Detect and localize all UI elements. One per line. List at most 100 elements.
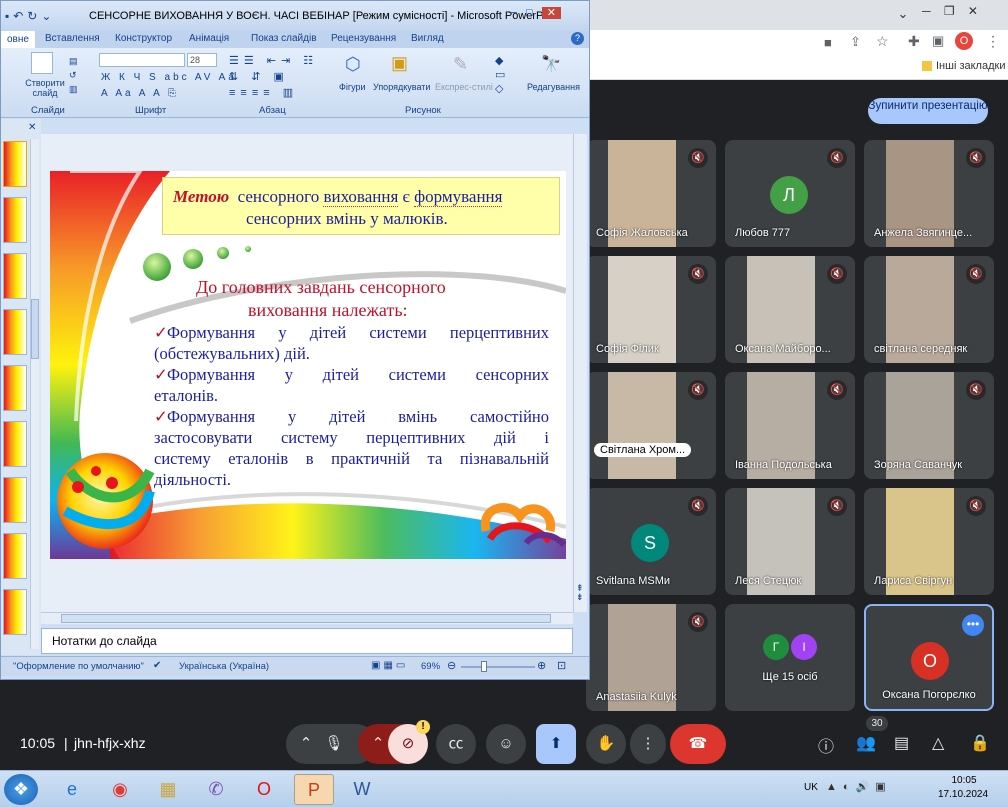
zoom-slider[interactable]	[461, 666, 535, 668]
profile-avatar[interactable]: О	[955, 32, 973, 50]
close-panel-icon[interactable]: ✕	[28, 122, 36, 133]
tile-options-icon[interactable]: •••	[962, 614, 984, 636]
window-controls[interactable]: ─ ❐ ✕	[922, 4, 1002, 24]
participant-tile[interactable]: S Svitlana MSMи 🔇	[586, 488, 716, 595]
shapes-icon[interactable]: ⬡	[345, 54, 367, 76]
clock-time[interactable]: 10:05	[944, 775, 984, 786]
shape-fill-icons[interactable]: ◆ ▭ ◇	[495, 54, 505, 96]
mic-button[interactable]: 🎙	[314, 724, 354, 764]
goal-textbox[interactable]: Метою сенсорного виховання є формування …	[162, 177, 560, 235]
zoom-in-icon[interactable]: ⊕	[537, 659, 546, 672]
slide-vertical-scrollbar[interactable]: ⇞ ⇟	[573, 134, 587, 612]
font-format-buttons[interactable]: Ж К Ч S abc AV Aa	[101, 72, 237, 83]
arrange-button[interactable]: Упорядкувати	[373, 82, 430, 92]
opera-icon[interactable]: O	[244, 774, 284, 805]
host-controls-icon[interactable]: 🔒	[970, 733, 990, 753]
tab-slideshow[interactable]: Показ слайдів	[251, 33, 317, 44]
stop-presenting-button[interactable]: Зупинити презентацію	[868, 98, 988, 124]
slide-thumbnail[interactable]	[3, 589, 27, 635]
viber-icon[interactable]: ✆	[196, 774, 236, 805]
participant-tile[interactable]: Іванна Подольська 🔇	[725, 372, 855, 479]
tab-search-icon[interactable]: ⌄	[892, 6, 914, 24]
ppt-window-controls[interactable]: ─ □ ✕	[509, 6, 581, 22]
new-slide-icon[interactable]	[31, 52, 53, 74]
thumbnail-scroll-thumb[interactable]	[31, 299, 39, 359]
word-taskbar-icon[interactable]: W	[342, 774, 382, 805]
tab-view[interactable]: Вигляд	[411, 33, 444, 44]
font-color-buttons[interactable]: A Aa A A ⎘	[101, 88, 179, 99]
slide-thumbnail[interactable]	[3, 477, 27, 523]
paragraph-buttons[interactable]: ☰☰ ⇤⇥ ☷	[229, 54, 318, 67]
participant-tile[interactable]: Г І Ще 15 осіб	[725, 604, 855, 711]
notes-pane[interactable]: Нотатки до слайда	[41, 628, 573, 654]
tab-home[interactable]: овне	[1, 31, 35, 48]
clock-date[interactable]: 17.10.2024	[938, 789, 988, 800]
sidepanel-icon[interactable]: ▣	[932, 33, 944, 49]
bookmark-star-icon[interactable]: ☆	[876, 33, 889, 50]
participant-tile[interactable]: Анжела Звягинце... 🔇	[864, 140, 994, 247]
participant-tile[interactable]: Софія Фiлик 🔇	[586, 256, 716, 363]
captions-button[interactable]: ㏄	[436, 724, 476, 764]
font-size-field[interactable]: 28	[187, 53, 217, 67]
info-icon[interactable]: ⓘ	[818, 733, 834, 757]
start-button[interactable]: ❖	[4, 774, 38, 805]
emoji-button[interactable]: ☺	[486, 724, 526, 764]
menu-icon[interactable]: ⋮	[986, 33, 1000, 50]
slide-layout-icons[interactable]: ▤ ↺ ▥	[69, 54, 87, 98]
new-slide-button[interactable]: Створити слайд	[21, 78, 69, 98]
find-icon[interactable]: 🔭	[541, 54, 561, 74]
powerpoint-taskbar-icon[interactable]: P	[294, 774, 334, 805]
fit-slide-icon[interactable]: ⊡	[557, 659, 566, 672]
arrange-icon[interactable]: ▣	[391, 53, 415, 77]
tab-animation[interactable]: Анімація	[189, 33, 229, 44]
raise-hand-button[interactable]: ✋	[586, 724, 626, 764]
horizontal-scroll-thumb[interactable]	[61, 614, 551, 623]
present-button[interactable]: ⬆	[536, 724, 576, 764]
chat-icon[interactable]: ▤	[894, 733, 909, 753]
participant-tile[interactable]: Софія Жаловська 🔇	[586, 140, 716, 247]
extensions-icon[interactable]: ✚	[908, 33, 920, 50]
participant-tile[interactable]: Леся Стецюк 🔇	[725, 488, 855, 595]
chrome-icon[interactable]: ◉	[100, 774, 140, 805]
other-bookmarks[interactable]: Інші закладки	[936, 60, 1005, 72]
editing-button[interactable]: Редагування	[527, 82, 580, 92]
font-name-field[interactable]	[99, 53, 185, 67]
camera-icon[interactable]: ■	[824, 35, 832, 50]
share-icon[interactable]: ⇪	[850, 34, 861, 50]
paragraph-buttons-2[interactable]: ⇅ ⇵ ▣	[229, 70, 289, 83]
tab-insert[interactable]: Вставлення	[45, 33, 100, 44]
zoom-out-icon[interactable]: ⊖	[447, 659, 456, 672]
tab-design[interactable]: Конструктор	[115, 33, 172, 44]
zoom-slider-thumb[interactable]	[481, 661, 487, 672]
slide-thumbnail[interactable]	[3, 533, 27, 579]
ie-icon[interactable]: e	[52, 774, 92, 805]
participant-tile[interactable]: Оксана Майборо... 🔇	[725, 256, 855, 363]
slide-horizontal-scrollbar[interactable]	[41, 612, 573, 624]
people-icon[interactable]: 👥	[856, 733, 876, 753]
tab-review[interactable]: Рецензування	[331, 33, 396, 44]
tray-icons[interactable]: ▲◐🔊▣	[826, 780, 892, 793]
slide-thumbnail[interactable]	[3, 365, 27, 411]
quick-access-icons[interactable]: ▪↶↻⌄	[5, 9, 55, 23]
participant-tile[interactable]: світлана середняк 🔇	[864, 256, 994, 363]
align-buttons[interactable]: ≡≡≡≡ ▥	[229, 86, 298, 99]
help-icon[interactable]: ?	[571, 32, 584, 45]
participant-tile[interactable]: Anastasiia Kulyk 🔇	[586, 604, 716, 711]
slide-thumbnail[interactable]	[3, 253, 27, 299]
participant-tile[interactable]: Лариса Свiргун 🔇	[864, 488, 994, 595]
participant-tile[interactable]: О Оксана Погорєлко •••	[864, 604, 994, 711]
thumbnail-scrollbar[interactable]	[30, 139, 39, 649]
prev-next-slide-icons[interactable]: ⇞ ⇟	[576, 584, 584, 602]
explorer-icon[interactable]: ▦	[148, 774, 188, 805]
more-options-button[interactable]: ⋮	[630, 724, 666, 764]
slide-thumbnail[interactable]	[3, 421, 27, 467]
slide-thumbnail[interactable]	[3, 309, 27, 355]
view-buttons[interactable]: ▣▦▭	[371, 660, 408, 671]
slide-thumbnail[interactable]	[3, 197, 27, 243]
activities-icon[interactable]: △	[932, 733, 944, 753]
status-language[interactable]: Українська (Україна)	[179, 661, 269, 672]
shapes-button[interactable]: Фігури	[339, 82, 366, 92]
leave-call-button[interactable]: ☎	[670, 724, 726, 764]
participant-tile[interactable]: Л Любов 777 🔇	[725, 140, 855, 247]
slide-thumbnail[interactable]	[3, 141, 27, 187]
